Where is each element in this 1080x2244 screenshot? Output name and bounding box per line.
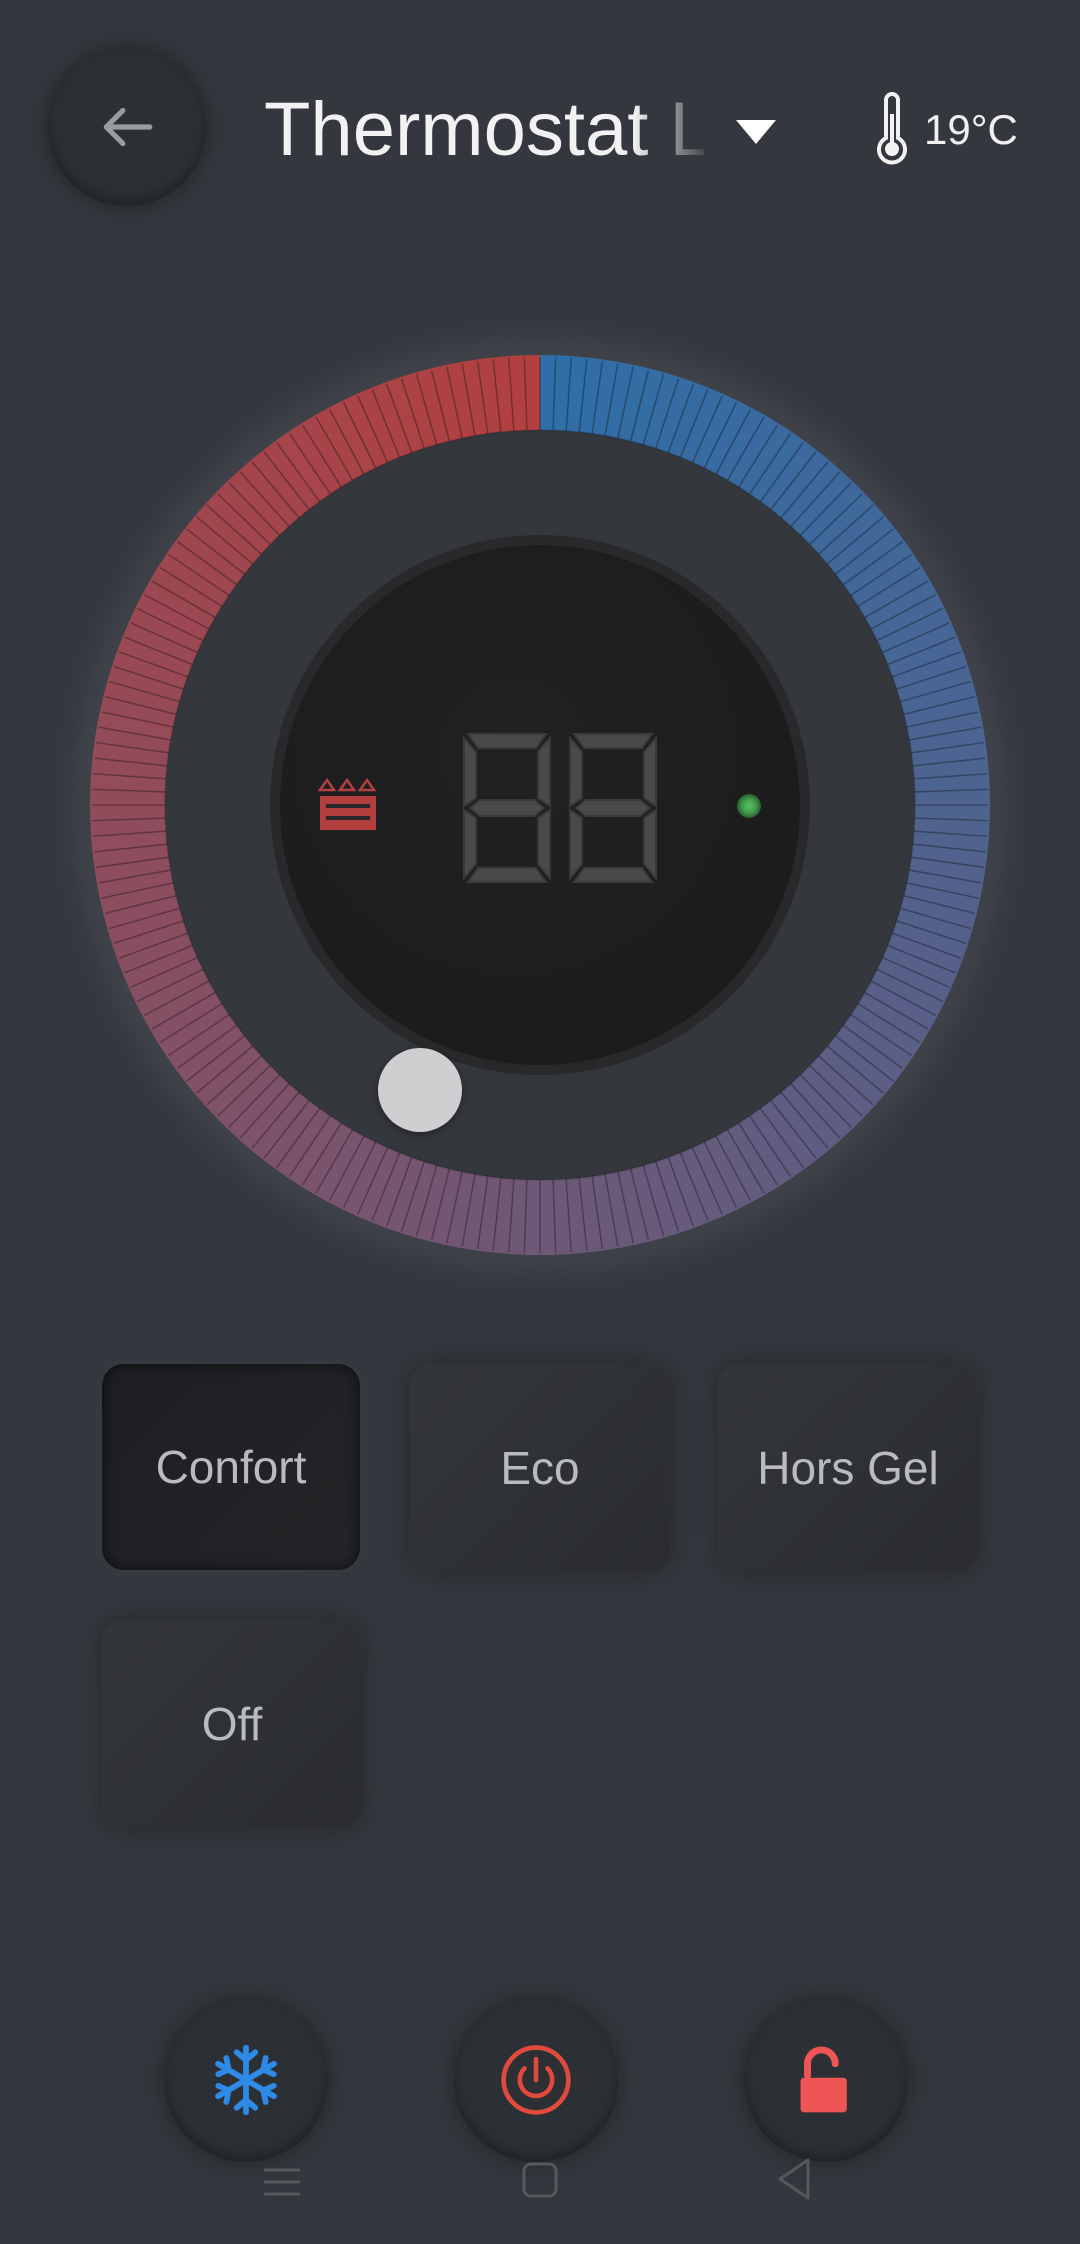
- frost-protection-button[interactable]: [164, 1998, 328, 2162]
- power-button[interactable]: [454, 1998, 618, 2162]
- status-led: [737, 794, 761, 818]
- mode-label: Confort: [155, 1441, 307, 1493]
- mode-label: Eco: [500, 1442, 580, 1494]
- mode-eco-button[interactable]: Eco: [410, 1364, 670, 1572]
- temperature-dial[interactable]: [0, 0, 1080, 1300]
- power-icon: [501, 2045, 571, 2115]
- home-icon[interactable]: [520, 2160, 560, 2200]
- mode-hors-gel-button[interactable]: Hors Gel: [718, 1364, 978, 1572]
- mode-confort-button[interactable]: Confort: [102, 1364, 360, 1570]
- dial-handle[interactable]: [378, 1048, 462, 1132]
- snowflake-icon: [215, 2044, 277, 2116]
- menu-icon[interactable]: [262, 2166, 302, 2198]
- unlock-icon: [800, 2046, 847, 2113]
- lock-button[interactable]: [744, 1998, 908, 2162]
- mode-label: Hors Gel: [757, 1442, 939, 1494]
- back-icon[interactable]: [774, 2156, 814, 2202]
- mode-label: Off: [201, 1698, 263, 1750]
- thermostat-screen: Thermostat Lab 19°C: [0, 0, 1080, 2244]
- mode-off-button[interactable]: Off: [102, 1620, 362, 1828]
